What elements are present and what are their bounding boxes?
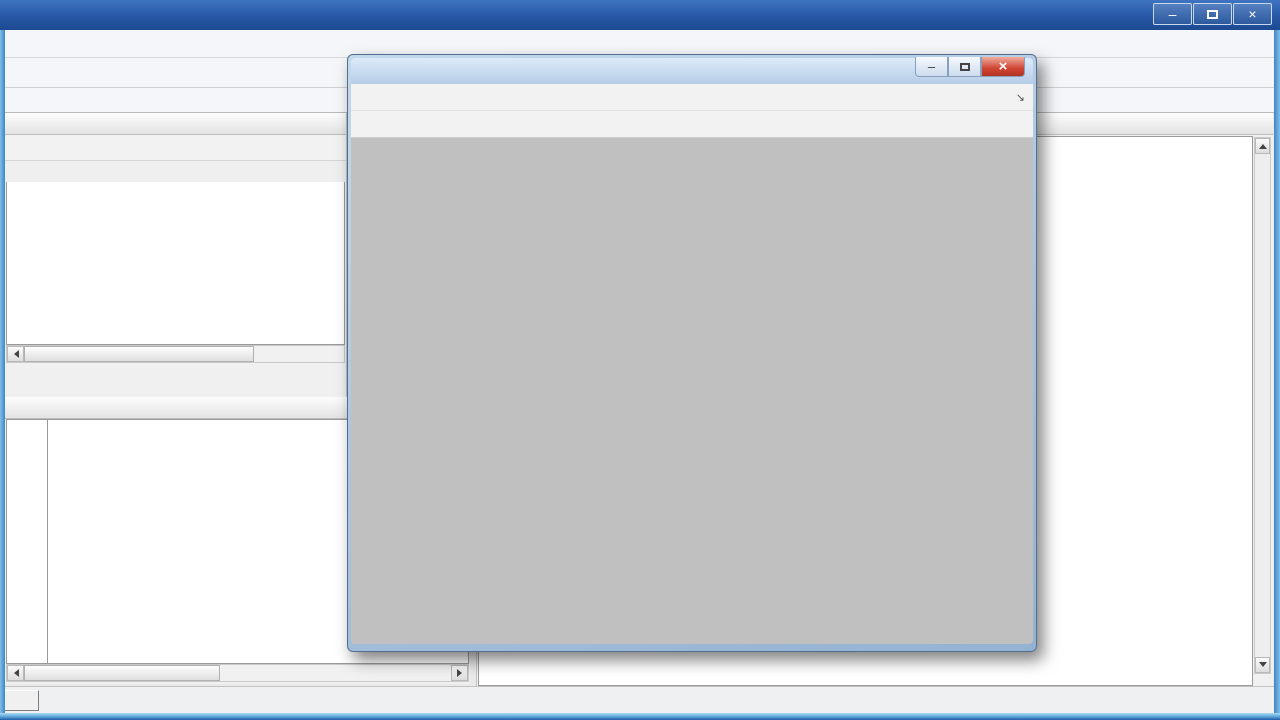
figure-toolbar — [351, 111, 1033, 138]
figure-minimize-button[interactable]: – — [915, 57, 948, 77]
minimize-button[interactable]: – — [1153, 3, 1192, 25]
maximize-button[interactable] — [1193, 3, 1232, 25]
scroll-thumb[interactable] — [24, 346, 254, 362]
command-window-vscrollbar[interactable] — [1254, 137, 1271, 674]
close-panel-icon[interactable] — [1248, 116, 1264, 132]
scroll-right-button[interactable] — [451, 665, 468, 681]
slice-plot — [351, 138, 1033, 644]
figure-maximize-button[interactable] — [948, 57, 981, 77]
current-directory-panel — [5, 113, 347, 397]
panel-tabs — [5, 363, 346, 388]
scroll-left-button[interactable] — [7, 346, 24, 362]
scroll-up-button[interactable] — [1255, 138, 1270, 154]
figure-close-button[interactable]: × — [981, 57, 1025, 77]
history-hscrollbar[interactable] — [6, 664, 469, 682]
history-tree-line — [47, 420, 48, 663]
scroll-thumb[interactable] — [24, 665, 220, 681]
status-bar — [0, 686, 1280, 713]
matlab-logo-icon — [9, 5, 29, 25]
undock-icon[interactable] — [1223, 116, 1239, 132]
window-border — [0, 30, 5, 713]
window-border — [1274, 30, 1280, 713]
main-titlebar: – × — [0, 0, 1280, 30]
scroll-left-button[interactable] — [7, 665, 24, 681]
figure-canvas[interactable] — [351, 138, 1033, 644]
desktop: { "window": { "title": "MATLAB" }, "main… — [0, 0, 1280, 720]
figure-logo-icon — [360, 62, 378, 80]
file-list[interactable] — [6, 182, 345, 345]
figure-window: – × ↘ — [347, 54, 1037, 652]
file-list-columns — [5, 161, 346, 182]
file-list-hscrollbar[interactable] — [6, 345, 345, 363]
scroll-down-button[interactable] — [1255, 657, 1270, 673]
figure-titlebar[interactable]: – × — [351, 58, 1033, 84]
close-button[interactable]: × — [1233, 3, 1272, 25]
figure-menubar: ↘ — [351, 84, 1033, 111]
current-directory-toolbar — [5, 135, 346, 161]
current-directory-header[interactable] — [5, 113, 346, 135]
matlab-logo-icon — [11, 692, 27, 708]
window-border — [0, 713, 1280, 720]
menu-overflow-icon[interactable]: ↘ — [1016, 91, 1025, 104]
start-button[interactable] — [3, 690, 39, 711]
